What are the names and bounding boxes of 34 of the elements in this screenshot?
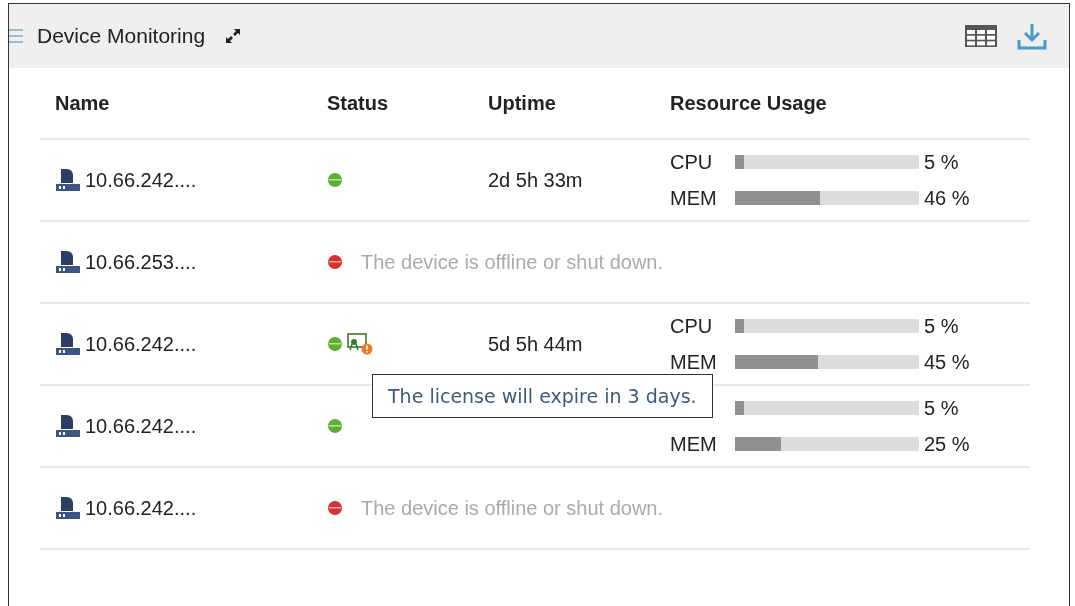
device-icon [55,250,81,274]
usage-reading: 5 % [924,314,959,338]
column-header: Uptime [488,91,557,115]
license-warning-icon[interactable] [347,333,373,355]
usage-reading: 25 % [924,432,970,456]
meter-label: MEM [670,432,718,456]
uptime: 5d 5h 44m [488,332,583,355]
device-name[interactable]: 10.66.242.... [85,496,197,520]
panel-title: Device Monitoring [37,24,206,48]
status-message: The device is offline or shut down. [361,496,664,520]
device-name[interactable]: 10.66.242.... [85,332,197,356]
usage-reading: 46 % [924,186,970,210]
column-header: Resource Usage [670,91,828,115]
meter-label: CPU [670,314,714,338]
device-name[interactable]: 10.66.242.... [85,414,197,438]
device-icon [55,414,81,438]
device-name[interactable]: 10.66.253.... [85,250,197,274]
column-header: Name [55,91,111,115]
device-icon [55,168,81,192]
device-icon [55,332,81,356]
download-icon[interactable] [1017,22,1047,50]
device-icon [55,496,81,520]
meter-label: MEM [670,350,718,374]
usage-reading: 45 % [924,350,970,374]
uptime: 2d 5h 33m [488,168,583,191]
table-icon[interactable] [965,25,997,47]
tooltip: The license will expire in 3 days. [372,374,713,418]
status-message: The device is offline or shut down. [361,250,664,274]
meter-label: CPU [670,150,714,174]
device-name[interactable]: 10.66.242.... [85,168,197,192]
column-header: Status [327,91,390,115]
usage-reading: 5 % [924,396,959,420]
meter-label: MEM [670,186,718,210]
usage-reading: 5 % [924,150,959,174]
